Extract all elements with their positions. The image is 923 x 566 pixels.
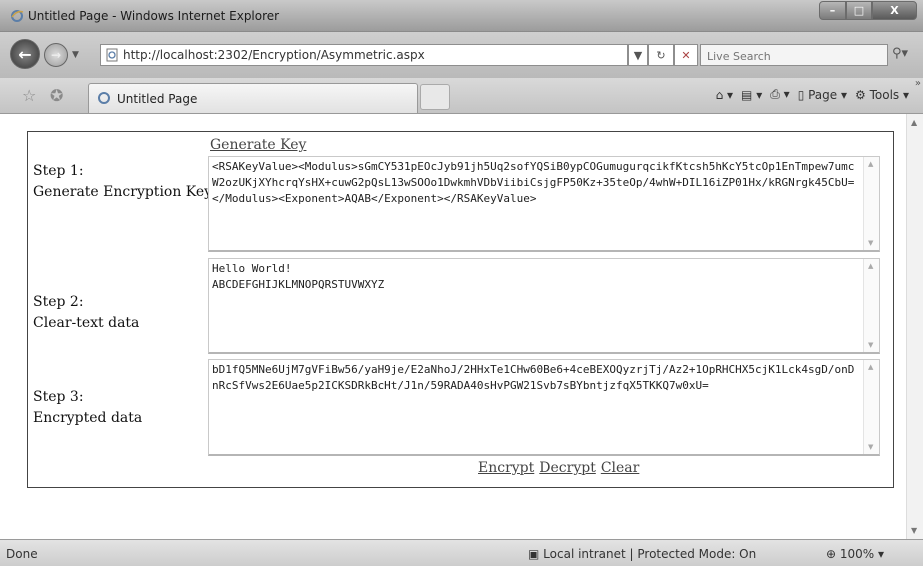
- decrypt-link[interactable]: Decrypt: [539, 460, 596, 476]
- page-menu[interactable]: ▯ Page ▾: [798, 88, 847, 102]
- tab-bar: ☆ ✪ Untitled Page ⌂ ▾ ▤ ▾ ⎙ ▾ ▯ Page ▾ ⚙…: [0, 78, 923, 114]
- step-2-label: Step 2: Clear-text data: [33, 292, 139, 334]
- action-links: Encrypt Decrypt Clear: [478, 460, 639, 476]
- encryption-form: Generate Key Step 1: Generate Encryption…: [27, 131, 894, 488]
- command-bar: ⌂ ▾ ▤ ▾ ⎙ ▾ ▯ Page ▾ ⚙ Tools ▾: [716, 87, 909, 102]
- maximize-button[interactable]: □: [846, 1, 872, 20]
- address-dropdown-button[interactable]: ▼: [628, 44, 648, 66]
- step-3-label: Step 3: Encrypted data: [33, 387, 142, 429]
- search-icon[interactable]: ⚲▾: [892, 46, 914, 64]
- chevron-down-icon: ▼: [633, 48, 643, 62]
- zoom-control[interactable]: ⊕ 100% ▾: [826, 547, 884, 561]
- step-1-label: Step 1: Generate Encryption Key: [33, 161, 212, 203]
- step-1-title: Step 1:: [33, 163, 84, 179]
- step-2-title: Step 2:: [33, 294, 84, 310]
- refresh-button[interactable]: ↻: [648, 44, 674, 66]
- ie-logo-icon: [11, 10, 24, 22]
- clear-link[interactable]: Clear: [601, 460, 640, 476]
- page-icon: [106, 48, 118, 62]
- key-textarea-text[interactable]: <RSAKeyValue><Modulus>sGmCY531pEOcJyb91j…: [212, 159, 856, 207]
- cleartext-textarea[interactable]: Hello World! ABCDEFGHIJKLMNOPQRSTUVWXYZ: [208, 258, 880, 354]
- stop-button[interactable]: ✕: [674, 44, 698, 66]
- tools-menu-label: Tools: [869, 87, 900, 102]
- cleartext-textarea-text[interactable]: Hello World! ABCDEFGHIJKLMNOPQRSTUVWXYZ: [212, 261, 856, 293]
- forward-arrow-icon: →: [50, 48, 62, 62]
- encrypted-textarea[interactable]: bD1fQ5MNe6UjM7gVFiBw56/yaH9je/E2aNhoJ/2H…: [208, 359, 880, 456]
- home-icon[interactable]: ⌂ ▾: [716, 88, 733, 102]
- status-bar: Done ▣ Local intranet | Protected Mode: …: [0, 539, 923, 566]
- minimize-button[interactable]: –: [819, 1, 846, 20]
- generate-key-link[interactable]: Generate Key: [210, 137, 306, 153]
- title-bar: Untitled Page - Windows Internet Explore…: [0, 0, 923, 32]
- minimize-icon: –: [829, 4, 836, 17]
- intranet-icon: ▣: [528, 547, 540, 561]
- new-tab-button[interactable]: [420, 84, 450, 110]
- print-icon[interactable]: ⎙ ▾: [770, 87, 789, 102]
- maximize-icon: □: [853, 4, 865, 17]
- navigation-bar: ← → ▼ http://localhost:2302/Encryption/A…: [0, 32, 923, 78]
- back-arrow-icon: ←: [18, 44, 32, 64]
- page-scrollbar[interactable]: ▲ ▼: [906, 114, 923, 539]
- add-favorites-icon[interactable]: ✪: [50, 86, 63, 105]
- tab-untitled-page[interactable]: Untitled Page: [88, 83, 418, 113]
- security-zone[interactable]: ▣ Local intranet | Protected Mode: On: [528, 547, 756, 561]
- stop-icon: ✕: [681, 48, 691, 62]
- tools-menu[interactable]: ⚙ Tools ▾: [855, 88, 909, 102]
- window-title: Untitled Page - Windows Internet Explore…: [28, 9, 280, 23]
- key-textarea-scrollbar[interactable]: [863, 157, 879, 250]
- window-controls: – □ X: [819, 1, 917, 20]
- cleartext-textarea-scrollbar[interactable]: [863, 259, 879, 352]
- web-content: Generate Key Step 1: Generate Encryption…: [0, 114, 906, 539]
- step-3-description: Encrypted data: [33, 410, 143, 426]
- page-menu-label: Page: [808, 87, 838, 102]
- close-button[interactable]: X: [872, 1, 917, 20]
- step-3-title: Step 3:: [33, 389, 84, 405]
- tab-label: Untitled Page: [117, 92, 198, 106]
- feeds-icon[interactable]: ▤ ▾: [741, 88, 762, 102]
- zoom-level: 100%: [839, 547, 875, 561]
- favorites-star-icon[interactable]: ☆: [22, 86, 36, 105]
- close-icon: X: [890, 4, 899, 17]
- search-box[interactable]: [700, 44, 888, 66]
- key-textarea[interactable]: <RSAKeyValue><Modulus>sGmCY531pEOcJyb91j…: [208, 156, 880, 252]
- refresh-icon: ↻: [656, 48, 666, 62]
- security-zone-text: Local intranet | Protected Mode: On: [543, 547, 757, 561]
- status-text: Done: [6, 547, 38, 561]
- encrypt-link[interactable]: Encrypt: [478, 460, 534, 476]
- search-input[interactable]: [705, 46, 859, 66]
- scroll-down-icon[interactable]: ▼: [911, 526, 917, 535]
- back-button[interactable]: ←: [10, 39, 40, 69]
- encrypted-textarea-scrollbar[interactable]: [863, 360, 879, 454]
- zoom-icon: ⊕: [826, 547, 837, 561]
- forward-button[interactable]: →: [44, 43, 68, 67]
- page-tab-icon: [98, 92, 110, 104]
- encrypted-textarea-text[interactable]: bD1fQ5MNe6UjM7gVFiBw56/yaH9je/E2aNhoJ/2H…: [212, 362, 856, 394]
- url-text[interactable]: http://localhost:2302/Encryption/Asymmet…: [123, 48, 425, 62]
- scroll-up-icon[interactable]: ▲: [911, 118, 917, 127]
- recent-pages-dropdown[interactable]: ▼: [72, 50, 79, 60]
- address-bar[interactable]: http://localhost:2302/Encryption/Asymmet…: [100, 44, 628, 66]
- toolbar-overflow-icon[interactable]: »: [915, 78, 921, 89]
- step-1-description: Generate Encryption Key: [33, 184, 213, 200]
- step-2-description: Clear-text data: [33, 315, 140, 331]
